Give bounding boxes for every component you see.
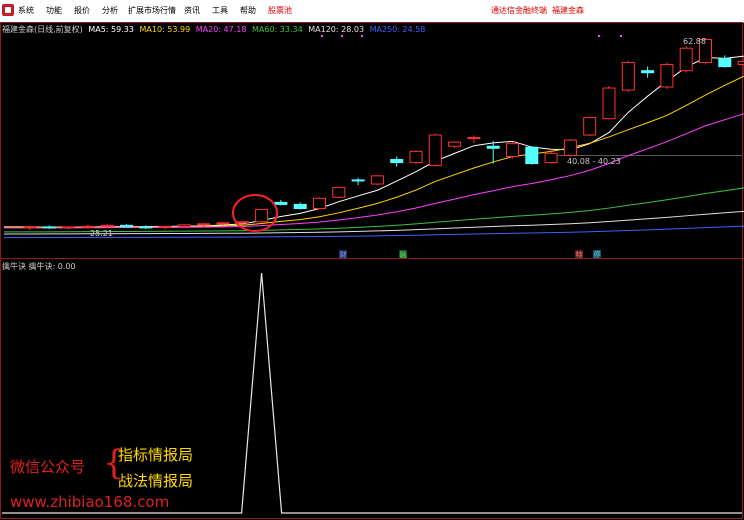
candle-body xyxy=(42,226,56,229)
marker-finance-icon[interactable]: 财 xyxy=(340,250,347,259)
candle-body xyxy=(274,201,288,205)
candle-body xyxy=(313,197,326,210)
candle-body xyxy=(216,222,230,225)
candle xyxy=(486,141,500,164)
candle xyxy=(448,141,462,149)
candle-body xyxy=(100,224,114,227)
candle xyxy=(23,225,37,230)
watermark-url: www.zhibiao168.com xyxy=(10,493,170,511)
candle-body xyxy=(332,187,346,198)
candle xyxy=(62,226,76,230)
candle xyxy=(390,156,404,167)
candle xyxy=(351,177,365,186)
candle-body xyxy=(23,226,37,229)
candle xyxy=(621,60,635,93)
kline-chart[interactable]: 62.88 25.21 40.08 - 40.23 财 融 特 停 xyxy=(0,0,744,520)
candle xyxy=(583,116,597,137)
candle xyxy=(120,223,133,228)
candle xyxy=(409,150,423,165)
candle-body xyxy=(660,64,674,88)
candle xyxy=(660,62,674,90)
candle xyxy=(467,135,481,144)
candle-body xyxy=(448,141,462,147)
candle xyxy=(679,46,693,73)
candle-body xyxy=(428,134,442,167)
candle-body xyxy=(621,62,635,91)
candle-body xyxy=(583,117,597,136)
candle-body xyxy=(409,150,423,164)
watermark-wechat-label: 微信公众号 xyxy=(10,458,86,476)
range-label: 40.08 - 40.23 xyxy=(567,157,621,166)
marker-special-icon[interactable]: 特 xyxy=(576,250,583,259)
candle xyxy=(139,225,153,229)
ma20-line xyxy=(4,113,744,229)
candle-body xyxy=(62,226,76,229)
candle-body xyxy=(467,137,481,140)
candle-body xyxy=(718,57,732,68)
candle-body xyxy=(602,87,616,120)
candle-body xyxy=(177,224,191,227)
candle-body xyxy=(506,143,519,157)
candle xyxy=(255,209,269,223)
candle-body xyxy=(293,203,307,210)
marker-margin-icon[interactable]: 融 xyxy=(400,250,407,259)
candle-body xyxy=(679,47,693,72)
high-price-label: 62.88 xyxy=(683,37,706,46)
watermark-account-2: 战法情报局 xyxy=(118,472,194,490)
candle-body xyxy=(544,152,558,164)
marker-halt-icon[interactable]: 停 xyxy=(594,250,601,259)
candle-body xyxy=(139,226,153,229)
candle xyxy=(332,187,346,199)
candle xyxy=(428,133,442,167)
candle xyxy=(718,55,732,68)
candle-body xyxy=(563,139,577,156)
candle-body xyxy=(197,223,211,226)
candle xyxy=(274,199,288,206)
candle-body xyxy=(486,145,500,149)
candle-body xyxy=(158,225,172,228)
candle xyxy=(42,225,56,229)
candle-body xyxy=(120,224,133,228)
candle-body xyxy=(737,60,744,66)
watermark-account-1: 指标情报局 xyxy=(118,446,194,464)
candle-body xyxy=(255,209,269,223)
candle-body xyxy=(370,175,384,185)
candle-body xyxy=(525,146,539,165)
candle xyxy=(737,57,744,75)
candle-body xyxy=(641,70,655,74)
candle xyxy=(602,85,616,120)
sub-indicator-legend: 擒牛诀 擒牛诀: 0.00 xyxy=(2,262,76,271)
candle xyxy=(525,146,539,165)
candle xyxy=(313,197,326,210)
ma60-line xyxy=(4,187,744,233)
candle xyxy=(641,66,655,78)
candle xyxy=(293,202,307,210)
top-signal-dots xyxy=(321,35,622,37)
candle-body xyxy=(235,221,249,224)
candle xyxy=(506,142,519,159)
candle xyxy=(370,174,384,186)
low-price-label: 25.21 xyxy=(90,229,113,238)
candle-body xyxy=(351,179,365,182)
candle-body xyxy=(390,159,404,164)
candle-body xyxy=(81,225,95,228)
candle xyxy=(563,139,577,157)
candle xyxy=(158,225,172,230)
